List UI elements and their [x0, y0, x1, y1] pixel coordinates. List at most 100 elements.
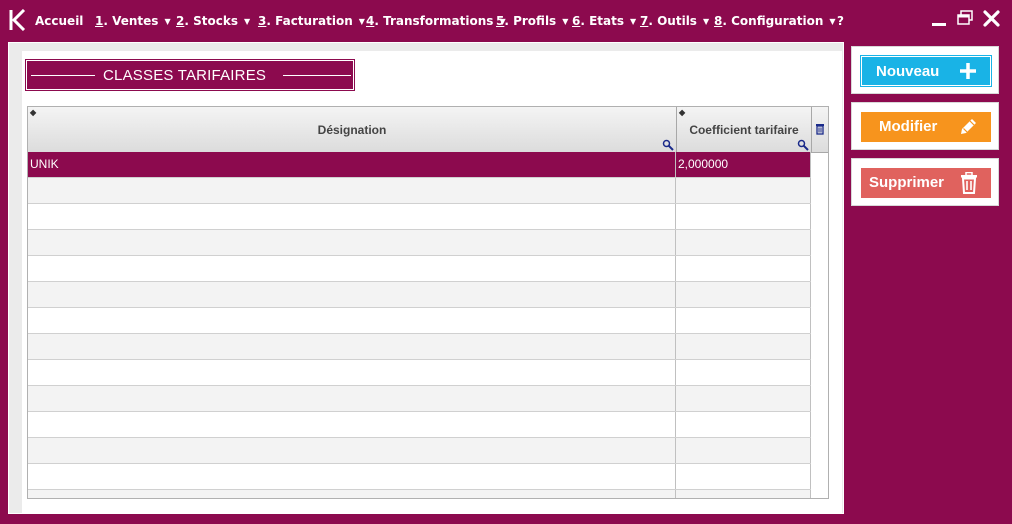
menu-configuration[interactable]: 8. Configuration ▼	[714, 14, 836, 28]
delete-button-label: Supprimer	[869, 174, 945, 191]
column-label: Coefficient tarifaire	[689, 123, 799, 137]
minimize-icon[interactable]	[931, 12, 947, 28]
empty-cell	[28, 256, 676, 281]
menu-etats[interactable]: 6. Etats ▼	[572, 14, 636, 28]
empty-cell	[676, 464, 811, 489]
empty-cell	[28, 490, 676, 498]
empty-cell	[28, 308, 676, 333]
menu-ventes[interactable]: 1. Ventes ▼	[95, 14, 171, 28]
trash-icon	[961, 172, 977, 194]
tariff-classes-table: ◆ Désignation ◆ Coefficient tarifaire UN…	[27, 106, 829, 499]
menu-transformations-label: . Transformations	[374, 14, 494, 28]
sort-icon[interactable]: ◆	[30, 108, 36, 117]
menu-outils[interactable]: 7. Outils ▼	[640, 14, 709, 28]
empty-cell	[28, 230, 676, 255]
menu-profils[interactable]: 5. Profils ▼	[496, 14, 568, 28]
table-header: ◆ Désignation ◆ Coefficient tarifaire	[28, 107, 828, 153]
menu-stocks[interactable]: 2. Stocks ▼	[176, 14, 250, 28]
chevron-down-icon: ▼	[702, 17, 710, 26]
empty-cell	[676, 334, 811, 359]
menu-profils-label: . Profils	[504, 14, 557, 28]
empty-cell	[28, 464, 676, 489]
empty-cell	[676, 308, 811, 333]
plus-icon	[960, 63, 976, 79]
empty-cell	[28, 386, 676, 411]
main-panel: CLASSES TARIFAIRES ◆ Désignation ◆ Coeff…	[8, 42, 844, 514]
cell-designation: UNIK	[28, 152, 676, 177]
search-icon[interactable]	[662, 139, 674, 151]
table-row-empty[interactable]	[28, 282, 811, 308]
empty-cell	[676, 204, 811, 229]
empty-cell	[28, 204, 676, 229]
empty-cell	[28, 334, 676, 359]
table-row-empty[interactable]	[28, 360, 811, 386]
edit-button[interactable]: Modifier	[861, 112, 991, 142]
chevron-down-icon: ▼	[358, 17, 365, 26]
pencil-icon	[961, 119, 976, 134]
table-row-empty[interactable]	[28, 490, 811, 498]
edit-button-label: Modifier	[879, 118, 938, 135]
table-row-empty[interactable]	[28, 308, 811, 334]
empty-cell	[28, 438, 676, 463]
delete-button[interactable]: Supprimer	[861, 168, 991, 198]
edit-action-box: Modifier	[851, 102, 999, 150]
empty-cell	[676, 360, 811, 385]
empty-cell	[676, 490, 811, 498]
table-row-empty[interactable]	[28, 256, 811, 282]
table-row-empty[interactable]	[28, 438, 811, 464]
empty-cell	[676, 282, 811, 307]
menu-bar: Accueil 1. Ventes ▼ 2. Stocks ▼ 3. Factura…	[0, 0, 1012, 40]
table-row-empty[interactable]	[28, 412, 811, 438]
empty-cell	[676, 178, 811, 203]
empty-cell	[28, 360, 676, 385]
column-chooser[interactable]	[811, 107, 828, 152]
page-title-banner: CLASSES TARIFAIRES	[25, 59, 355, 91]
chevron-down-icon: ▼	[829, 17, 836, 26]
empty-cell	[28, 178, 676, 203]
empty-cell	[676, 386, 811, 411]
new-button[interactable]: Nouveau	[860, 55, 992, 87]
table-row-empty[interactable]	[28, 464, 811, 490]
table-row-empty[interactable]	[28, 386, 811, 412]
new-action-box: Nouveau	[851, 46, 999, 94]
empty-cell	[676, 256, 811, 281]
table-row[interactable]: UNIK 2,000000	[28, 152, 811, 178]
cell-coefficient: 2,000000	[676, 152, 811, 177]
menu-home[interactable]: Accueil	[35, 14, 83, 28]
menu-transformations[interactable]: 4. Transformations ▼	[366, 14, 506, 28]
menu-help[interactable]: ?	[837, 14, 844, 28]
sort-icon[interactable]: ◆	[679, 108, 685, 117]
column-label: Désignation	[317, 123, 387, 137]
empty-cell	[676, 230, 811, 255]
new-button-label: Nouveau	[876, 63, 940, 80]
menu-facturation[interactable]: 3. Facturation ▼	[258, 14, 365, 28]
column-header-designation[interactable]: ◆ Désignation	[28, 107, 677, 152]
menu-etats-label: . Etats	[580, 14, 625, 28]
restore-icon[interactable]	[957, 10, 973, 26]
title-rule-left	[31, 75, 95, 76]
empty-cell	[28, 412, 676, 437]
k-logo-icon[interactable]	[9, 9, 27, 31]
delete-action-box: Supprimer	[851, 158, 999, 206]
empty-cell	[28, 282, 676, 307]
table-row-empty[interactable]	[28, 230, 811, 256]
table-row-empty[interactable]	[28, 204, 811, 230]
empty-cell	[676, 412, 811, 437]
chevron-down-icon: ▼	[630, 17, 637, 26]
chevron-down-icon: ▼	[562, 17, 569, 26]
trash-icon[interactable]	[815, 123, 825, 135]
title-rule-right	[283, 75, 351, 76]
table-row-empty[interactable]	[28, 178, 811, 204]
search-icon[interactable]	[797, 139, 809, 151]
menu-configuration-label: . Configuration	[722, 14, 824, 28]
empty-cell	[676, 438, 811, 463]
menu-ventes-label: . Ventes	[103, 14, 159, 28]
close-icon[interactable]	[983, 10, 1000, 27]
chevron-down-icon: ▼	[164, 17, 171, 26]
menu-outils-label: . Outils	[648, 14, 697, 28]
table-row-empty[interactable]	[28, 334, 811, 360]
column-header-coefficient[interactable]: ◆ Coefficient tarifaire	[677, 107, 811, 152]
menu-stocks-label: . Stocks	[184, 14, 238, 28]
chevron-down-icon: ▼	[243, 17, 251, 26]
menu-facturation-label: . Facturation	[266, 14, 353, 28]
